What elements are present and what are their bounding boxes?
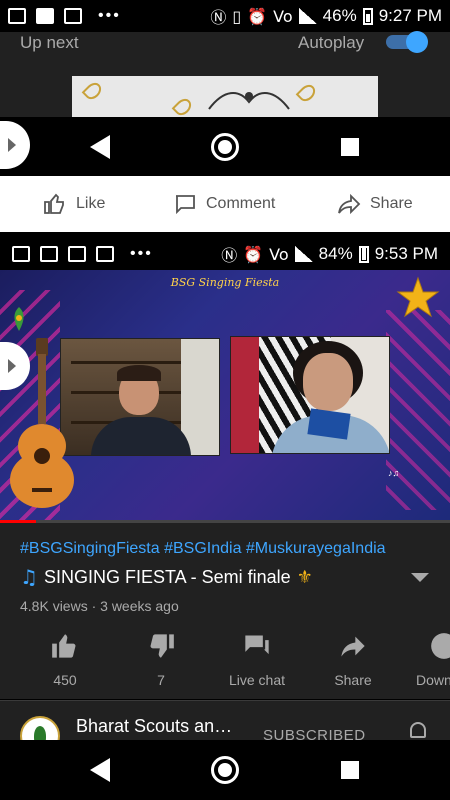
download-icon bbox=[431, 633, 450, 659]
channel-name[interactable]: Bharat Scouts an… bbox=[76, 716, 232, 737]
more-notifications-icon: ••• bbox=[98, 7, 121, 24]
status-bar: ••• Ⓝ ▯ ⏰ Vo 46% 9:27 PM bbox=[0, 0, 450, 32]
like-count: 450 bbox=[53, 672, 77, 688]
share-label: Share bbox=[334, 672, 372, 688]
video-meta: 4.8K views · 3 weeks ago bbox=[20, 598, 179, 614]
star-app-icon bbox=[40, 246, 58, 262]
fleur-de-lis-icon: ⚜ bbox=[296, 566, 313, 588]
autoplay-label: Autoplay bbox=[298, 33, 365, 52]
participant-video-1 bbox=[60, 338, 220, 456]
clock: 9:27 PM bbox=[378, 6, 442, 25]
recents-button[interactable] bbox=[341, 138, 359, 156]
video-title-text: SINGING FIESTA - Semi finale bbox=[43, 566, 291, 587]
live-chat-button[interactable]: Live chat bbox=[207, 632, 307, 688]
notification-bell-icon[interactable] bbox=[410, 722, 426, 738]
video-title: ♫ SINGING FIESTA - Semi finale ⚜ bbox=[20, 565, 313, 589]
home-button[interactable] bbox=[211, 133, 239, 161]
recents-button[interactable] bbox=[341, 761, 359, 779]
download-button[interactable]: Down bbox=[390, 632, 450, 688]
home-button[interactable] bbox=[211, 756, 239, 784]
live-chat-icon bbox=[245, 635, 269, 655]
alarm-icon: ⏰ bbox=[243, 244, 264, 264]
more-notifications-icon: ••• bbox=[130, 245, 153, 262]
video-player[interactable]: BSG Singing Fiesta ♪♫ bbox=[0, 270, 450, 522]
scout-emblem-icon bbox=[14, 307, 24, 331]
navigation-bar bbox=[0, 740, 450, 800]
back-button[interactable] bbox=[90, 135, 110, 159]
music-notes-logo-icon: ♪♫ bbox=[388, 468, 400, 478]
video-like-button[interactable]: 450 bbox=[15, 632, 115, 688]
battery-percent: 46% bbox=[322, 6, 357, 25]
nfc-icon: Ⓝ bbox=[221, 246, 238, 265]
battery-icon bbox=[358, 245, 369, 263]
star-app-icon bbox=[64, 8, 82, 24]
signal-icon bbox=[294, 246, 313, 262]
music-note-icon: ♫ bbox=[20, 565, 38, 589]
thumbs-down-icon bbox=[150, 634, 174, 658]
live-chat-label: Live chat bbox=[228, 672, 286, 688]
volte-icon: Vo bbox=[269, 244, 289, 264]
expand-description-icon[interactable] bbox=[411, 573, 429, 582]
floral-decoration-icon bbox=[208, 92, 290, 110]
notification-icon bbox=[8, 8, 26, 24]
volte-icon: Vo bbox=[273, 6, 293, 26]
thumbs-up-icon bbox=[52, 634, 76, 658]
screen-icon bbox=[12, 246, 30, 262]
download-label: Down bbox=[416, 672, 450, 688]
clock: 9:53 PM bbox=[374, 244, 438, 263]
video-share-button[interactable]: Share bbox=[303, 632, 403, 688]
star-app-icon bbox=[68, 246, 86, 262]
up-next-thumbnail[interactable] bbox=[72, 76, 378, 117]
video-overlay-title: BSG Singing Fiesta bbox=[170, 276, 280, 289]
autoplay-toggle[interactable] bbox=[386, 31, 428, 53]
calendar-icon bbox=[36, 8, 54, 24]
signal-icon bbox=[298, 8, 317, 24]
comment-icon bbox=[176, 195, 195, 215]
share-arrow-icon bbox=[338, 193, 361, 215]
thumbs-up-icon bbox=[44, 193, 64, 214]
comment-label: Comment bbox=[206, 195, 276, 212]
comment-button[interactable]: Comment bbox=[172, 192, 275, 216]
star-badge-icon bbox=[396, 276, 440, 318]
star-app-icon bbox=[96, 246, 114, 262]
inner-status-bar: ••• Ⓝ ⏰ Vo 84% 9:53 PM bbox=[0, 238, 450, 270]
dislike-count: 7 bbox=[157, 672, 165, 688]
battery-icon bbox=[362, 7, 373, 25]
share-arrow-icon bbox=[341, 636, 365, 657]
share-button[interactable]: Share bbox=[336, 192, 413, 216]
vibrate-icon: ▯ bbox=[232, 6, 242, 26]
up-next-label: Up next bbox=[20, 33, 79, 52]
nfc-icon: Ⓝ bbox=[210, 8, 227, 27]
back-button[interactable] bbox=[90, 758, 110, 782]
alarm-icon: ⏰ bbox=[247, 6, 268, 26]
video-dislike-button[interactable]: 7 bbox=[111, 632, 211, 688]
like-label: Like bbox=[76, 195, 106, 212]
post-action-bar: Like Comment Share bbox=[0, 176, 450, 232]
navigation-bar bbox=[0, 117, 450, 177]
share-label: Share bbox=[370, 195, 413, 212]
like-button[interactable]: Like bbox=[42, 192, 105, 216]
video-hashtags[interactable]: #BSGSingingFiesta #BSGIndia #Muskurayega… bbox=[20, 540, 386, 558]
participant-video-2 bbox=[230, 336, 390, 454]
battery-percent: 84% bbox=[318, 244, 353, 263]
